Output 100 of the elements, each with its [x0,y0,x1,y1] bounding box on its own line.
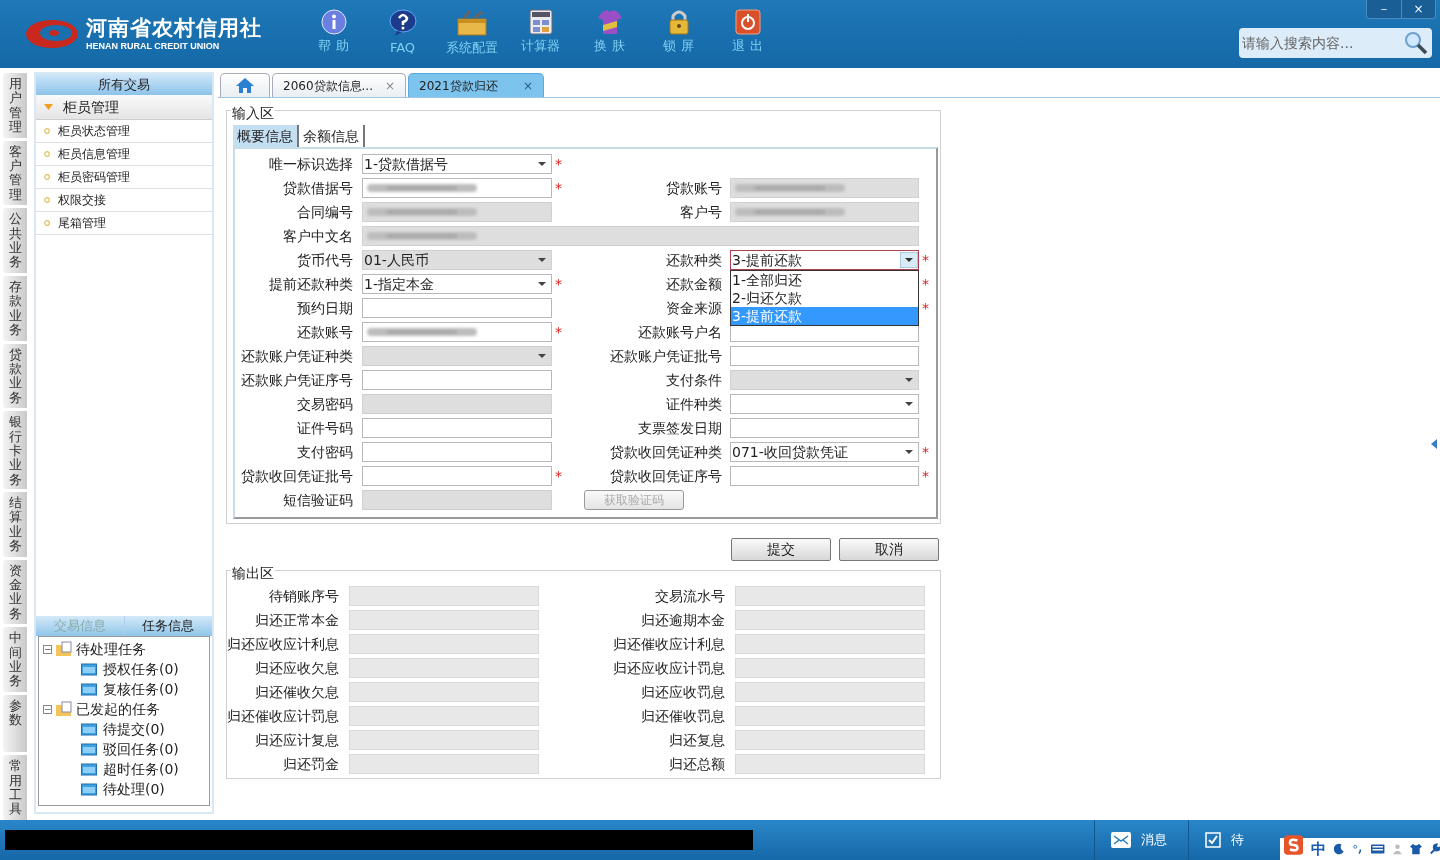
close-icon[interactable]: × [522,76,533,95]
menu-item[interactable]: 柜员信息管理 [58,145,130,163]
field-label: 还款账号户名 [637,322,722,342]
select-field[interactable]: 071-收回贷款凭证 [730,442,919,462]
home-tab[interactable] [220,73,270,97]
side-tab[interactable]: 资金业务 [3,559,27,625]
power-icon [734,9,761,35]
section-title: 输入区 [231,103,275,124]
dropdown-option[interactable]: 1-全部归还 [731,271,918,289]
select-field[interactable]: 1-贷款借据号 [362,154,552,174]
field-label: 短信验证码 [282,490,353,510]
tree-item[interactable]: 超时任务(0) [103,758,179,780]
field-label: 支付条件 [665,370,722,390]
shirt-icon [596,9,623,35]
tree-item[interactable]: 待提交(0) [103,718,165,740]
input-field[interactable] [730,418,919,438]
field-label: 交易流水号 [654,586,725,606]
logo-title: 河南省农村信用社 [86,17,262,39]
field-label: 交易密码 [296,394,353,414]
side-tab[interactable]: 用户管理 [3,73,27,138]
tree-item[interactable]: 已发起的任务 [76,698,160,720]
input-field[interactable] [362,418,552,438]
dropdown-arrow-icon [538,258,546,262]
input-field[interactable] [362,442,552,462]
info-icon [320,9,347,35]
tree-item[interactable]: 待处理任务 [76,638,146,660]
select-field[interactable] [730,394,919,414]
close-button[interactable]: × [1401,0,1435,18]
dropdown-option[interactable]: 2-归还欠款 [731,289,918,307]
input-field[interactable] [362,370,552,390]
dropdown-button-icon [900,252,918,268]
menu-item[interactable]: 柜员状态管理 [58,122,130,140]
input-field[interactable] [362,178,552,198]
lock-icon [667,9,690,35]
field-label: 归还应收罚息 [640,682,725,702]
field-label: 贷款借据号 [282,178,353,198]
required-mark: * [922,251,929,268]
side-tab[interactable]: 参数 [3,695,27,753]
bullet-icon [44,128,50,134]
bullet-icon [44,197,50,203]
required-mark: * [555,467,562,484]
field-label: 证件种类 [665,394,722,414]
field-label: 货币代号 [296,250,353,270]
side-tab[interactable]: 常用工具 [3,755,27,821]
side-tab[interactable]: 结算业务 [3,492,27,557]
tree-item[interactable]: 复核任务(0) [103,678,179,700]
select-field[interactable]: 3-提前还款 [730,250,919,270]
side-tab[interactable]: 银行卡业务 [3,411,27,489]
field-label: 归还逾期本金 [640,610,725,630]
required-mark: * [922,467,929,484]
submit-button[interactable]: 提交 [731,538,831,561]
required-mark: * [922,443,929,460]
menu-item[interactable]: 权限交接 [58,191,106,209]
side-tab[interactable]: 贷款业务 [3,343,27,409]
search-field[interactable]: 请输入搜索内容... [1239,28,1432,58]
menu-item[interactable]: 柜员密码管理 [58,168,130,186]
ime-mode[interactable]: 中 [1311,837,1327,860]
side-tab[interactable]: 中间业务 [3,627,27,693]
punctuation-icon [1352,842,1364,856]
field-label: 还款种类 [665,250,722,270]
side-tab[interactable]: 存款业务 [3,276,27,341]
field-label: 归还应收应计罚息 [612,658,725,678]
dropdown-arrow-icon [905,378,913,382]
field-label: 还款账户凭证种类 [240,346,353,366]
panel-header: 所有交易 [36,74,212,95]
tree-item[interactable]: 授权任务(0) [103,658,179,680]
tree-item[interactable]: 待处理(0) [103,778,165,800]
select-field[interactable]: 1-指定本金 [362,274,552,294]
bullet-icon [44,151,50,157]
collapse-button[interactable]: − [43,704,52,714]
folder-icon [55,641,73,657]
field-label: 贷款收回凭证批号 [240,466,353,486]
shirt-icon [1409,842,1422,856]
side-tab[interactable]: 公共业务 [3,208,27,274]
form-tab[interactable]: 概要信息 [233,125,299,147]
status-item[interactable]: 消息 [1141,830,1167,850]
expand-icon [44,104,53,110]
document-tab[interactable]: 2060贷款信息... × [272,73,406,97]
folder-icon [81,682,97,696]
field-label: 归还总额 [668,754,725,774]
side-tab[interactable]: 客户管理 [3,140,27,206]
input-field[interactable] [730,466,919,486]
bullet-icon [44,220,50,226]
document-tab[interactable]: 2021贷款归还 × [408,73,544,97]
collapse-button[interactable]: − [43,644,52,654]
folder-icon [81,742,97,756]
field-label: 还款金额 [665,274,722,294]
menu-item[interactable]: 尾箱管理 [58,214,106,232]
tree-item[interactable]: 驳回任务(0) [103,738,179,760]
input-field[interactable] [362,298,552,318]
menu-group[interactable]: 柜员管理 [36,95,212,120]
cancel-button[interactable]: 取消 [839,538,939,561]
input-field[interactable] [362,466,552,486]
field-label: 证件号码 [296,418,353,438]
input-field[interactable] [730,346,919,366]
keyboard-icon [1371,843,1385,855]
minimize-button[interactable]: － [1367,0,1401,18]
dropdown-arrow-icon [905,402,913,406]
input-field[interactable] [362,322,552,342]
status-item[interactable]: 待 [1231,830,1244,850]
